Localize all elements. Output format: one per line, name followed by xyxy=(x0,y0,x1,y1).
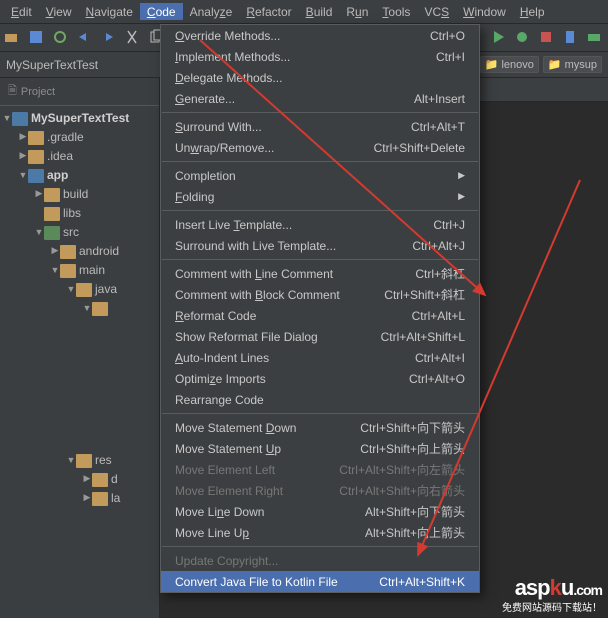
tree-node[interactable] xyxy=(0,431,159,450)
menu-item[interactable]: Surround With...Ctrl+Alt+T xyxy=(161,116,479,137)
undo-icon[interactable] xyxy=(76,29,94,47)
tree-node[interactable]: ▶android xyxy=(0,241,159,260)
menu-item[interactable]: Show Reformat File DialogCtrl+Alt+Shift+… xyxy=(161,326,479,347)
debug-icon[interactable] xyxy=(514,29,532,47)
project-icon: 🗎 xyxy=(8,82,17,101)
folder-icon xyxy=(12,112,28,126)
menu-item[interactable]: Move Statement DownCtrl+Shift+向下箭头 xyxy=(161,417,479,438)
menu-item[interactable]: Move Statement UpCtrl+Shift+向上箭头 xyxy=(161,438,479,459)
tree-node[interactable]: ▼src xyxy=(0,222,159,241)
menu-item[interactable]: Implement Methods...Ctrl+I xyxy=(161,46,479,67)
tree-node[interactable]: ▶d xyxy=(0,469,159,488)
folder-icon xyxy=(92,492,108,506)
folder-icon xyxy=(92,302,108,316)
menubar-analyze[interactable]: Analyze xyxy=(183,3,240,20)
menu-item[interactable]: Completion▶ xyxy=(161,165,479,186)
menubar-code[interactable]: Code xyxy=(140,3,183,20)
folder-icon xyxy=(44,226,60,240)
menu-item: Move Element RightCtrl+Alt+Shift+向右箭头 xyxy=(161,480,479,501)
menu-item: Update Copyright... xyxy=(161,550,479,571)
menubar-build[interactable]: Build xyxy=(299,3,340,20)
tree-node[interactable] xyxy=(0,545,159,564)
menu-item[interactable]: Auto-Indent LinesCtrl+Alt+I xyxy=(161,347,479,368)
tree-node[interactable]: ▶.gradle xyxy=(0,127,159,146)
tree-node[interactable] xyxy=(0,583,159,602)
tree-node[interactable] xyxy=(0,412,159,431)
tree-node[interactable] xyxy=(0,526,159,545)
tree-node[interactable] xyxy=(0,602,159,618)
folder-icon xyxy=(92,473,108,487)
menu-item[interactable]: Move Line DownAlt+Shift+向下箭头 xyxy=(161,501,479,522)
menu-item[interactable]: Delegate Methods... xyxy=(161,67,479,88)
menubar-navigate[interactable]: Navigate xyxy=(79,3,140,20)
folder-icon xyxy=(76,283,92,297)
menu-item[interactable]: Comment with Line CommentCtrl+斜杠 xyxy=(161,263,479,284)
tree-node[interactable] xyxy=(0,355,159,374)
folder-icon xyxy=(76,454,92,468)
menu-item: Move Element LeftCtrl+Alt+Shift+向左箭头 xyxy=(161,459,479,480)
folder-icon xyxy=(44,207,60,221)
breadcrumb-seg[interactable]: 📁 mysup xyxy=(543,56,602,73)
save-icon[interactable] xyxy=(28,29,46,47)
menubar-help[interactable]: Help xyxy=(513,3,552,20)
folder-icon xyxy=(44,188,60,202)
tree-node[interactable] xyxy=(0,336,159,355)
redo-icon[interactable] xyxy=(100,29,118,47)
menu-item[interactable]: Surround with Live Template...Ctrl+Alt+J xyxy=(161,235,479,256)
cut-icon[interactable] xyxy=(124,29,142,47)
menubar-edit[interactable]: Edit xyxy=(4,3,39,20)
sdk-icon[interactable] xyxy=(586,29,604,47)
tree-node[interactable] xyxy=(0,507,159,526)
tree-node[interactable]: ▶.idea xyxy=(0,146,159,165)
tree-node[interactable] xyxy=(0,317,159,336)
project-panel: 🗎 Project ▼MySuperTextTest▶.gradle▶.idea… xyxy=(0,78,160,618)
menu-item[interactable]: Folding▶ xyxy=(161,186,479,207)
run-icon[interactable] xyxy=(490,29,508,47)
menu-item[interactable]: Generate...Alt+Insert xyxy=(161,88,479,109)
watermark: aspku.com 免费网站源码下载站！ xyxy=(502,575,602,614)
stop-icon[interactable] xyxy=(538,29,556,47)
menubar-tools[interactable]: Tools xyxy=(375,3,417,20)
panel-header[interactable]: 🗎 Project xyxy=(0,78,159,106)
tree-node[interactable]: ▼ xyxy=(0,298,159,317)
tree-node[interactable]: ▼java xyxy=(0,279,159,298)
folder-icon xyxy=(60,245,76,259)
tree-node[interactable]: ▼MySuperTextTest xyxy=(0,108,159,127)
menubar-refactor[interactable]: Refactor xyxy=(239,3,298,20)
tree-node[interactable]: ▼main xyxy=(0,260,159,279)
menu-item[interactable]: Optimize ImportsCtrl+Alt+O xyxy=(161,368,479,389)
menu-item[interactable]: Insert Live Template...Ctrl+J xyxy=(161,214,479,235)
menu-item[interactable]: Unwrap/Remove...Ctrl+Shift+Delete xyxy=(161,137,479,158)
sync-icon[interactable] xyxy=(52,29,70,47)
folder-icon xyxy=(28,150,44,164)
tree-node[interactable] xyxy=(0,374,159,393)
menu-item[interactable]: Comment with Block CommentCtrl+Shift+斜杠 xyxy=(161,284,479,305)
code-menu-dropdown: Override Methods...Ctrl+OImplement Metho… xyxy=(160,24,480,593)
menubar-window[interactable]: Window xyxy=(456,3,513,20)
folder-icon xyxy=(28,169,44,183)
menu-item[interactable]: Convert Java File to Kotlin FileCtrl+Alt… xyxy=(161,571,479,592)
menu-item[interactable]: Move Line UpAlt+Shift+向上箭头 xyxy=(161,522,479,543)
menubar-run[interactable]: Run xyxy=(339,3,375,20)
menubar: EditViewNavigateCodeAnalyzeRefactorBuild… xyxy=(0,0,608,24)
open-icon[interactable] xyxy=(4,29,22,47)
tree-node[interactable]: ▶build xyxy=(0,184,159,203)
tree-node[interactable]: ▼res xyxy=(0,450,159,469)
project-tree: ▼MySuperTextTest▶.gradle▶.idea▼app▶build… xyxy=(0,106,159,618)
menu-item[interactable]: Rearrange Code xyxy=(161,389,479,410)
tree-node[interactable] xyxy=(0,564,159,583)
avd-icon[interactable] xyxy=(562,29,580,47)
tree-node[interactable]: ▼app xyxy=(0,165,159,184)
breadcrumb-seg[interactable]: 📁 lenovo xyxy=(480,56,539,73)
tree-node[interactable]: libs xyxy=(0,203,159,222)
tree-node[interactable] xyxy=(0,393,159,412)
menubar-vcs[interactable]: VCS xyxy=(417,3,456,20)
tree-node[interactable]: ▶la xyxy=(0,488,159,507)
menu-item[interactable]: Override Methods...Ctrl+O xyxy=(161,25,479,46)
folder-icon xyxy=(60,264,76,278)
menu-item[interactable]: Reformat CodeCtrl+Alt+L xyxy=(161,305,479,326)
folder-icon xyxy=(28,131,44,145)
menubar-view[interactable]: View xyxy=(39,3,79,20)
breadcrumb-root[interactable]: MySuperTextTest xyxy=(6,58,98,72)
